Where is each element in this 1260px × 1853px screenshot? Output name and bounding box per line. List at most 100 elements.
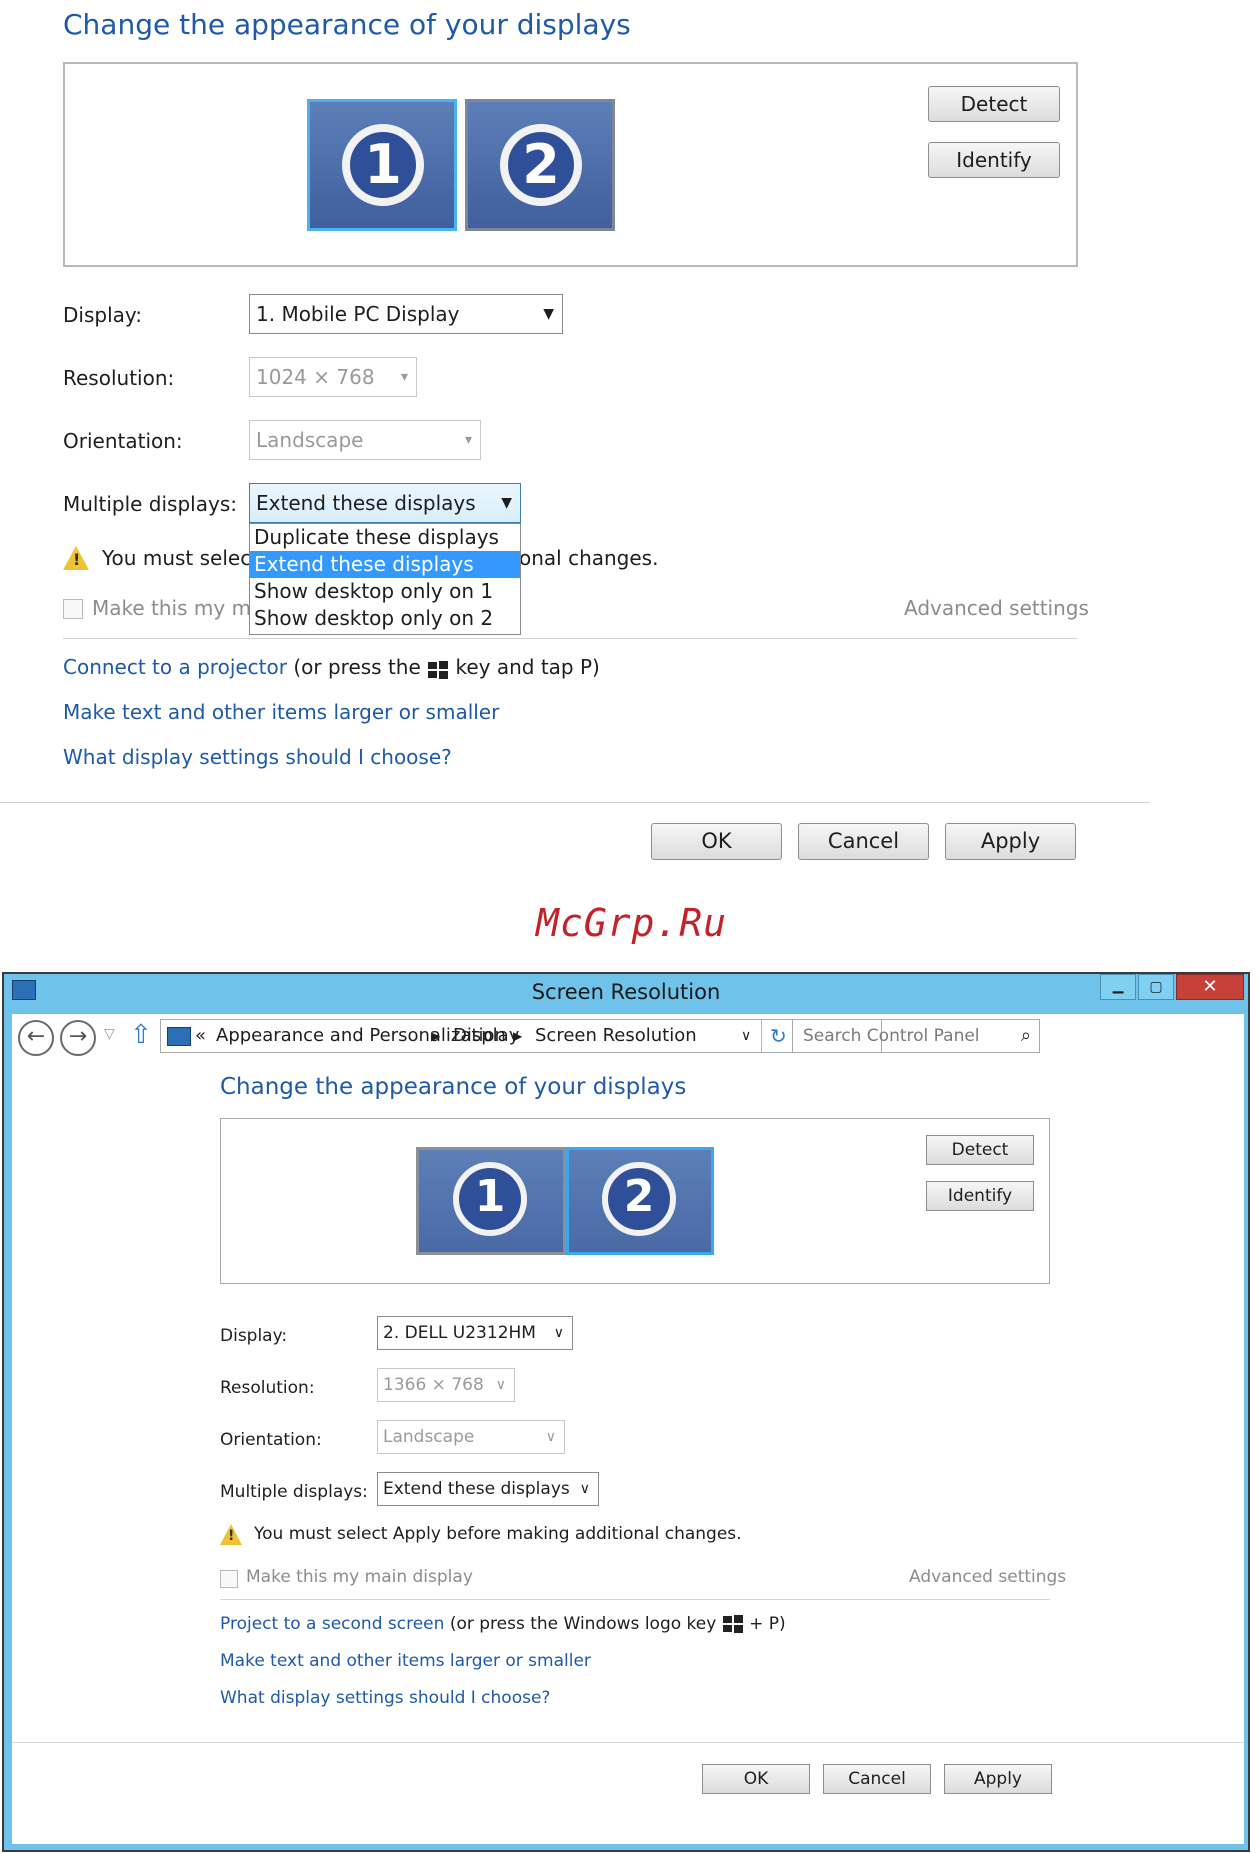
identify-button[interactable]: Identify xyxy=(928,142,1060,178)
multiple-displays-select-value: Extend these displays xyxy=(256,491,476,515)
navigation-toolbar: ← → ▽ ⇧ « Appearance and Personalization… xyxy=(12,1014,1244,1062)
dropdown-arrow-icon: ▼ xyxy=(543,306,554,322)
resolution-label: Resolution: xyxy=(220,1378,315,1398)
apply-button[interactable]: Apply xyxy=(945,823,1076,860)
breadcrumb-item[interactable]: Screen Resolution xyxy=(535,1020,697,1052)
resolution-label: Resolution: xyxy=(63,366,175,390)
screen-resolution-window: Screen Resolution ▁ ▢ ✕ ← → ▽ ⇧ « Appear… xyxy=(2,972,1250,1852)
orientation-select-value: Landscape xyxy=(383,1427,475,1447)
display-settings-help-link[interactable]: What display settings should I choose? xyxy=(220,1688,550,1708)
overflow-chevron-icon[interactable]: « xyxy=(195,1020,206,1052)
projector-hint-1: (or press the xyxy=(293,655,421,679)
warning-text-right: onal changes. xyxy=(519,546,659,570)
advanced-settings-link[interactable]: Advanced settings xyxy=(909,1567,1066,1587)
monitor-number: 2 xyxy=(602,1162,676,1236)
dropdown-option[interactable]: Show desktop only on 1 xyxy=(250,578,520,605)
breadcrumb-separator-icon[interactable]: ▶ xyxy=(513,1020,522,1052)
dropdown-arrow-icon: ▾ xyxy=(464,432,472,448)
dropdown-option-selected[interactable]: Extend these displays xyxy=(250,551,520,578)
project-hint-2: + P) xyxy=(749,1614,786,1634)
project-second-screen-link[interactable]: Project to a second screen xyxy=(220,1614,444,1634)
dropdown-arrow-icon: ∨ xyxy=(553,1325,564,1341)
detect-button[interactable]: Detect xyxy=(928,86,1060,122)
monitor-2[interactable]: 2 xyxy=(465,99,615,231)
display-settings-help-link[interactable]: What display settings should I choose? xyxy=(63,745,452,769)
multiple-displays-select-value: Extend these displays xyxy=(383,1479,570,1499)
dropdown-arrow-icon: ▾ xyxy=(400,369,408,385)
address-dropdown-icon[interactable]: ∨ xyxy=(741,1020,751,1052)
dropdown-arrow-icon: ∨ xyxy=(579,1481,590,1497)
windows-logo-icon xyxy=(722,1615,744,1633)
forward-arrow-icon[interactable]: → xyxy=(60,1020,96,1056)
search-icon[interactable]: ⌕ xyxy=(1021,1020,1031,1052)
minimize-icon[interactable]: ▁ xyxy=(1100,974,1136,1000)
identify-button[interactable]: Identify xyxy=(926,1181,1034,1211)
resolution-select: 1024 × 768 ▾ xyxy=(249,357,417,397)
divider xyxy=(220,1599,1050,1600)
ok-button[interactable]: OK xyxy=(702,1764,810,1794)
warning-icon: ! xyxy=(63,546,89,570)
advanced-settings-link[interactable]: Advanced settings xyxy=(904,596,1089,620)
breadcrumb-separator-icon[interactable]: ▶ xyxy=(431,1020,440,1052)
dropdown-option[interactable]: Duplicate these displays xyxy=(250,524,520,551)
text-size-link[interactable]: Make text and other items larger or smal… xyxy=(63,700,499,724)
resolution-select: 1366 × 768 ∨ xyxy=(377,1368,515,1402)
monitor-number: 1 xyxy=(342,124,424,206)
close-icon[interactable]: ✕ xyxy=(1176,974,1244,1000)
monitor-2[interactable]: 2 xyxy=(566,1147,714,1255)
page-title: Change the appearance of your displays xyxy=(220,1074,687,1100)
display-label: Display: xyxy=(220,1326,288,1346)
multiple-displays-select[interactable]: Extend these displays ∨ xyxy=(377,1472,599,1506)
address-bar[interactable]: « Appearance and Personalization ▶ Displ… xyxy=(160,1019,882,1053)
ok-button[interactable]: OK xyxy=(651,823,782,860)
cancel-button[interactable]: Cancel xyxy=(823,1764,931,1794)
multiple-displays-select[interactable]: Extend these displays ▼ xyxy=(249,483,521,523)
monitor-1[interactable]: 1 xyxy=(307,99,457,231)
display-arrangement-panel: 1 2 Detect Identify xyxy=(63,62,1078,267)
multiple-displays-label: Multiple displays: xyxy=(220,1482,368,1502)
refresh-icon[interactable]: ↻ xyxy=(770,1020,787,1052)
display-label: Display: xyxy=(63,303,143,327)
search-placeholder: Search Control Panel xyxy=(803,1026,980,1046)
orientation-select-value: Landscape xyxy=(256,428,364,452)
apply-button[interactable]: Apply xyxy=(944,1764,1052,1794)
content-area: Change the appearance of your displays 1… xyxy=(12,1062,1244,1844)
window-title: Screen Resolution xyxy=(531,980,721,1004)
breadcrumb-item[interactable]: Display xyxy=(453,1020,519,1052)
maximize-icon[interactable]: ▢ xyxy=(1138,974,1174,1000)
recent-pages-icon[interactable]: ▽ xyxy=(104,1026,115,1042)
back-arrow-icon[interactable]: ← xyxy=(18,1020,54,1056)
orientation-label: Orientation: xyxy=(63,429,183,453)
multiple-displays-label: Multiple displays: xyxy=(63,492,237,516)
page-title: Change the appearance of your displays xyxy=(63,8,631,41)
monitor-number: 2 xyxy=(500,124,582,206)
display-select[interactable]: 2. DELL U2312HM ∨ xyxy=(377,1316,573,1350)
warning-text: You must select Apply before making addi… xyxy=(254,1524,742,1544)
orientation-label: Orientation: xyxy=(220,1430,322,1450)
project-hint: (or press the Windows logo key xyxy=(449,1614,717,1634)
monitor-1[interactable]: 1 xyxy=(416,1147,566,1255)
dropdown-option[interactable]: Show desktop only on 2 xyxy=(250,605,520,632)
main-display-checkbox[interactable] xyxy=(63,599,83,619)
text-size-link[interactable]: Make text and other items larger or smal… xyxy=(220,1651,591,1671)
detect-button[interactable]: Detect xyxy=(926,1135,1034,1165)
dropdown-arrow-icon: ▼ xyxy=(501,495,512,511)
resolution-select-value: 1366 × 768 xyxy=(383,1375,484,1395)
monitor-number: 1 xyxy=(453,1162,527,1236)
project-row: Project to a second screen (or press the… xyxy=(220,1614,786,1634)
multiple-displays-dropdown-list: Duplicate these displays Extend these di… xyxy=(249,523,521,635)
main-display-checkbox[interactable] xyxy=(220,1570,238,1588)
display-select[interactable]: 1. Mobile PC Display ▼ xyxy=(249,294,563,334)
windows-logo-icon xyxy=(427,660,449,679)
dropdown-arrow-icon: ∨ xyxy=(545,1429,556,1445)
display-arrangement-panel: 1 2 Detect Identify xyxy=(220,1118,1050,1284)
warning-text-left: You must select xyxy=(102,546,260,570)
up-arrow-icon[interactable]: ⇧ xyxy=(130,1020,152,1050)
control-panel-icon xyxy=(167,1027,191,1046)
connect-projector-link[interactable]: Connect to a projector xyxy=(63,655,287,679)
cancel-button[interactable]: Cancel xyxy=(798,823,929,860)
watermark: McGrp.Ru xyxy=(536,901,728,945)
warning-icon: ! xyxy=(220,1524,242,1545)
search-input[interactable]: Search Control Panel ⌕ xyxy=(792,1019,1040,1053)
main-display-checkbox-label: Make this my main display xyxy=(246,1567,473,1587)
